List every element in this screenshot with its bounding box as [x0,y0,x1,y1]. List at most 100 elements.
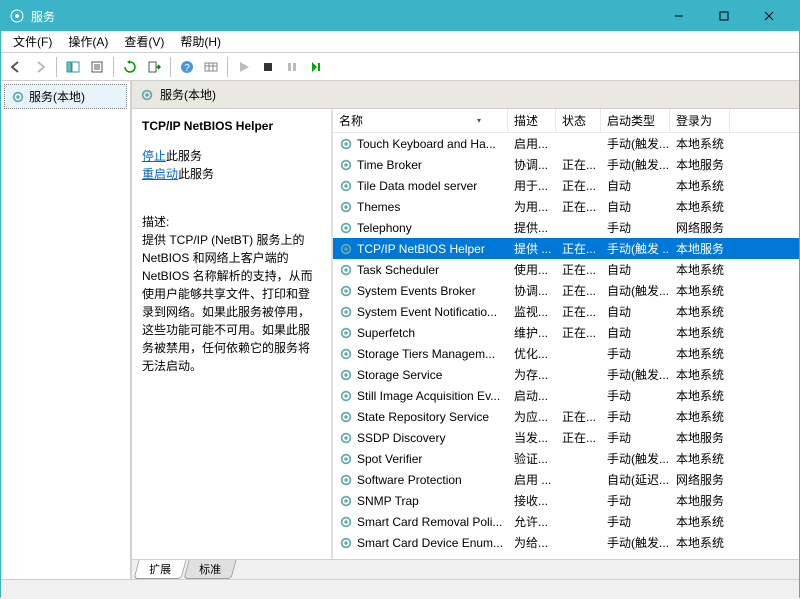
cell-desc: 接收... [508,491,556,510]
cell-name: Time Broker [333,157,508,173]
col-logon[interactable]: 登录为 [670,109,730,132]
service-row[interactable]: Task Scheduler使用...正在...自动本地系统 [333,259,799,280]
service-row[interactable]: Time Broker协调...正在...手动(触发...本地服务 [333,154,799,175]
menu-action[interactable]: 操作(A) [60,31,116,52]
col-start[interactable]: 启动类型 [601,109,670,132]
cell-status: 正在... [556,281,601,300]
cell-desc: 优化... [508,344,556,363]
cell-status [556,227,601,229]
cell-logon: 本地系统 [670,176,730,195]
cell-name: System Events Broker [333,283,508,299]
service-list[interactable]: 名称▾ 描述 状态 启动类型 登录为 Touch Keyboard and Ha… [332,109,799,559]
service-icon [339,326,353,340]
refresh-button[interactable] [119,56,141,78]
cell-status: 正在... [556,407,601,426]
cell-start: 手动(触发... [601,134,670,153]
cell-start: 自动(延迟... [601,470,670,489]
menu-view[interactable]: 查看(V) [116,31,172,52]
cell-start: 手动 [601,428,670,447]
maximize-button[interactable] [701,1,746,31]
cell-desc: 启动... [508,386,556,405]
forward-button[interactable] [29,56,51,78]
restart-service-button[interactable] [305,56,327,78]
service-row[interactable]: SNMP Trap接收...手动本地服务 [333,490,799,511]
service-row[interactable]: Software Protection启用 ...自动(延迟...网络服务 [333,469,799,490]
help-button[interactable]: ? [176,56,198,78]
service-row[interactable]: Storage Tiers Managem...优化...手动本地系统 [333,343,799,364]
separator [113,57,114,77]
cell-start: 手动(触发... [601,155,670,174]
cell-name: Smart Card Device Enum... [333,535,508,551]
col-name[interactable]: 名称▾ [333,109,508,132]
service-row[interactable]: Smart Card Removal Poli...允许...手动本地系统 [333,511,799,532]
start-service-button[interactable] [233,56,255,78]
service-icon [339,200,353,214]
cell-start: 自动 [601,260,670,279]
service-row[interactable]: Smart Card Device Enum...为给...手动(触发...本地… [333,532,799,553]
service-row[interactable]: State Repository Service为应...正在...手动本地系统 [333,406,799,427]
cell-status [556,374,601,376]
cell-logon: 本地系统 [670,365,730,384]
service-icon [339,389,353,403]
restart-link[interactable]: 重启动 [142,167,178,181]
svg-text:?: ? [184,63,190,74]
tab-standard[interactable]: 标准 [183,560,236,579]
service-row[interactable]: Themes为用...正在...自动本地系统 [333,196,799,217]
col-desc[interactable]: 描述 [508,109,556,132]
menu-help[interactable]: 帮助(H) [172,31,229,52]
cell-status: 正在... [556,302,601,321]
cell-name: State Repository Service [333,409,508,425]
cell-desc: 启用 ... [508,470,556,489]
service-row[interactable]: System Events Broker协调...正在...自动(触发...本地… [333,280,799,301]
minimize-button[interactable] [656,1,701,31]
cell-desc: 用于... [508,176,556,195]
nav-label: 服务(本地) [29,88,85,105]
export-button[interactable] [143,56,165,78]
col-status[interactable]: 状态 [556,109,601,132]
service-row[interactable]: Storage Service为存...手动(触发...本地系统 [333,364,799,385]
service-row[interactable]: Telephony提供...手动网络服务 [333,217,799,238]
cell-desc: 协调... [508,281,556,300]
titlebar: 服务 [1,1,799,31]
cell-start: 手动 [601,512,670,531]
show-hide-tree-button[interactable] [62,56,84,78]
cell-status [556,479,601,481]
cell-start: 手动 [601,407,670,426]
nav-tree: 服务(本地) [1,81,131,579]
cell-name: System Event Notificatio... [333,304,508,320]
service-row[interactable]: TCP/IP NetBIOS Helper提供 ...正在...手动(触发 ..… [333,238,799,259]
close-button[interactable] [746,1,791,31]
restart-suffix: 此服务 [178,167,214,181]
back-button[interactable] [5,56,27,78]
stop-service-button[interactable] [257,56,279,78]
service-row[interactable]: Superfetch维护...正在...自动本地系统 [333,322,799,343]
tab-extended[interactable]: 扩展 [133,560,186,579]
service-row[interactable]: Touch Keyboard and Ha...启用...手动(触发...本地系… [333,133,799,154]
service-row[interactable]: Tile Data model server用于...正在...自动本地系统 [333,175,799,196]
properties-button[interactable] [86,56,108,78]
service-icon [339,137,353,151]
service-icon [339,263,353,277]
service-row[interactable]: Still Image Acquisition Ev...启动...手动本地系统 [333,385,799,406]
nav-services-local[interactable]: 服务(本地) [4,84,127,109]
stop-service-line: 停止此服务 [142,147,321,165]
desc-text: 提供 TCP/IP (NetBT) 服务上的 NetBIOS 和网络上客户端的 … [142,231,321,375]
grid-button[interactable] [200,56,222,78]
service-icon [339,494,353,508]
cell-name: SSDP Discovery [333,430,508,446]
service-row[interactable]: System Event Notificatio...监视...正在...自动本… [333,301,799,322]
separator [227,57,228,77]
cell-start: 手动(触发... [601,449,670,468]
cell-desc: 验证... [508,449,556,468]
service-row[interactable]: Spot Verifier验证...手动(触发...本地系统 [333,448,799,469]
stop-link[interactable]: 停止 [142,149,166,163]
separator [56,57,57,77]
tab-standard-label: 标准 [199,561,221,577]
menu-file[interactable]: 文件(F) [5,31,60,52]
cell-logon: 本地系统 [670,344,730,363]
service-row[interactable]: SSDP Discovery当发...正在...手动本地服务 [333,427,799,448]
tab-extended-label: 扩展 [149,561,171,577]
content-pane: 服务(本地) TCP/IP NetBIOS Helper 停止此服务 重启动此服… [131,81,799,579]
pause-service-button[interactable] [281,56,303,78]
cell-logon: 本地服务 [670,491,730,510]
